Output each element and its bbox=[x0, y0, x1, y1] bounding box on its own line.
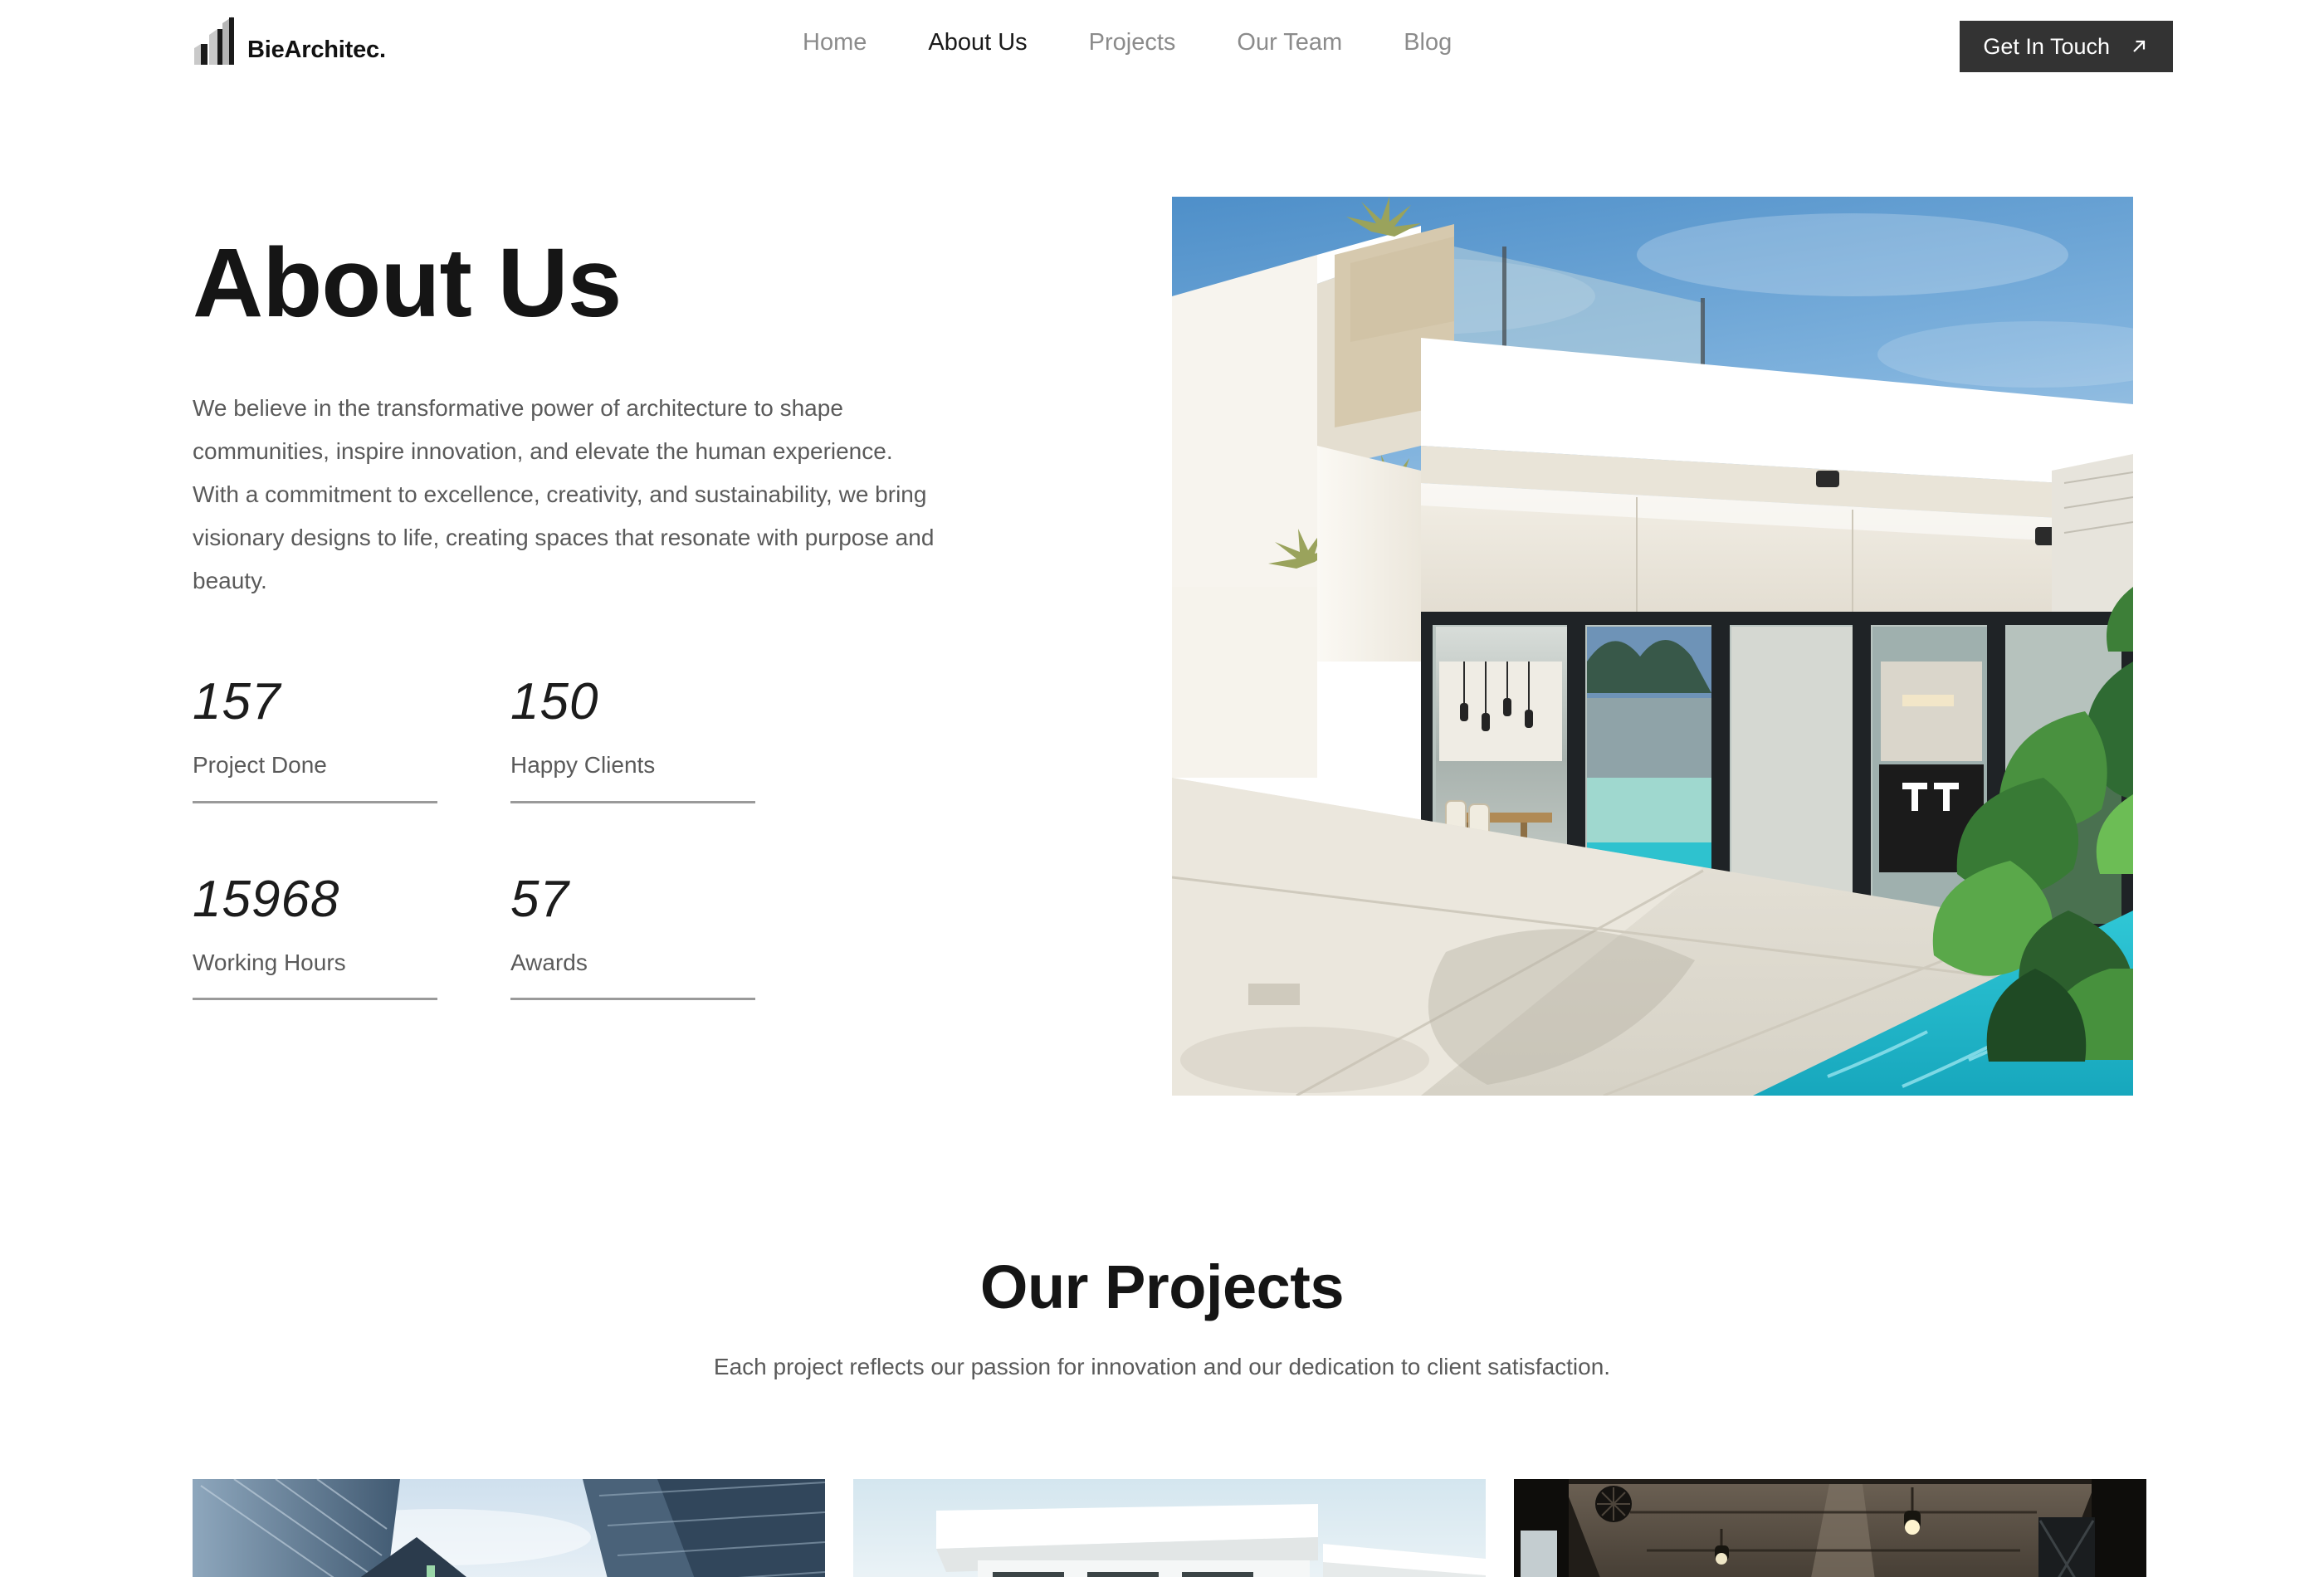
stat-label: Happy Clients bbox=[510, 752, 656, 778]
brand-logo[interactable]: BieArchitec. bbox=[193, 15, 386, 66]
stat-label: Working Hours bbox=[193, 949, 346, 975]
stat-card-awards: 57 Awards bbox=[510, 870, 755, 1001]
stat-card-working-hours: 15968 Working Hours bbox=[193, 870, 437, 1001]
about-section: About Us We believe in the transformativ… bbox=[193, 232, 956, 603]
stat-value: 57 bbox=[510, 870, 569, 928]
nav-item-our-team[interactable]: Our Team bbox=[1206, 28, 1373, 57]
nav-item-about-us[interactable]: About Us bbox=[897, 28, 1057, 57]
projects-subtitle: Each project reflects our passion for in… bbox=[713, 1354, 1611, 1380]
stat-divider bbox=[510, 800, 755, 803]
project-card[interactable] bbox=[853, 1479, 1486, 1577]
project-card[interactable] bbox=[1514, 1479, 2146, 1577]
projects-card-grid bbox=[193, 1479, 2146, 1577]
page-title: About Us bbox=[193, 228, 622, 338]
get-in-touch-button[interactable]: Get In Touch bbox=[1960, 21, 2173, 72]
stat-divider bbox=[193, 998, 437, 1001]
nav-item-home[interactable]: Home bbox=[772, 28, 897, 57]
projects-title: Our Projects bbox=[979, 1252, 1345, 1321]
about-hero-image bbox=[1172, 197, 2133, 1096]
projects-section-header: Our Projects Each project reflects our p… bbox=[0, 1253, 2324, 1383]
stat-value: 15968 bbox=[193, 870, 340, 928]
stat-card-project-done: 157 Project Done bbox=[193, 676, 437, 803]
stats-grid: 157 Project Done 150 Happy Clients 15968… bbox=[193, 676, 828, 1001]
stat-label: Project Done bbox=[193, 752, 327, 778]
stat-value: 150 bbox=[510, 673, 599, 730]
brand-name: BieArchitec. bbox=[247, 37, 386, 63]
stat-label: Awards bbox=[510, 949, 588, 975]
building-bars-icon bbox=[193, 15, 236, 66]
stat-card-happy-clients: 150 Happy Clients bbox=[510, 676, 755, 803]
page-root: BieArchitec. Home About Us Projects Our … bbox=[0, 0, 2324, 1577]
site-header: BieArchitec. Home About Us Projects Our … bbox=[0, 0, 2324, 91]
stat-divider bbox=[193, 800, 437, 803]
stat-divider bbox=[510, 998, 755, 1001]
about-paragraph: We believe in the transformative power o… bbox=[193, 394, 935, 593]
project-card[interactable] bbox=[193, 1479, 825, 1577]
nav-item-projects[interactable]: Projects bbox=[1058, 28, 1207, 57]
stat-value: 157 bbox=[193, 673, 281, 730]
nav-item-blog[interactable]: Blog bbox=[1373, 28, 1482, 57]
arrow-up-right-icon bbox=[2128, 36, 2150, 57]
main-nav: Home About Us Projects Our Team Blog bbox=[772, 28, 1482, 57]
get-in-touch-label: Get In Touch bbox=[1983, 33, 2110, 59]
